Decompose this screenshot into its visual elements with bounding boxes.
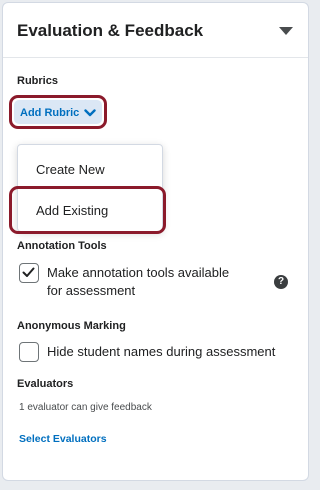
annotation-tools-checkbox-label: Make annotation tools available for asse… (47, 264, 229, 300)
checkmark-icon (22, 267, 35, 277)
anonymous-marking-checkbox[interactable] (19, 342, 39, 362)
menu-item-label: Create New (36, 162, 105, 177)
menu-item-label: Add Existing (36, 203, 109, 218)
panel-header[interactable]: Evaluation & Feedback (17, 21, 296, 45)
evaluators-label: Evaluators (17, 378, 74, 390)
header-divider (3, 57, 308, 58)
annotation-tools-checkbox[interactable] (19, 263, 39, 283)
select-evaluators-link[interactable]: Select Evaluators (19, 433, 107, 445)
anonymous-marking-checkbox-label: Hide student names during assessment (47, 344, 276, 359)
menu-item-create-new[interactable]: Create New (18, 151, 162, 187)
add-rubric-menu: Create New Add Existing (17, 144, 163, 232)
evaluators-info: 1 evaluator can give feedback (19, 402, 152, 413)
annotation-label-line1: Make annotation tools available (47, 265, 230, 280)
caret-down-icon[interactable] (279, 27, 293, 35)
annotation-tools-label: Annotation Tools (17, 240, 107, 252)
menu-item-add-existing[interactable]: Add Existing (18, 192, 162, 228)
evaluation-feedback-panel: Evaluation & Feedback Rubrics Add Rubric… (2, 2, 309, 481)
help-icon[interactable]: ? (274, 275, 288, 289)
add-rubric-button[interactable]: Add Rubric (9, 95, 107, 129)
add-rubric-label: Add Rubric (20, 107, 80, 119)
anonymous-marking-label: Anonymous Marking (17, 320, 126, 332)
panel-title: Evaluation & Feedback (17, 21, 204, 40)
annotation-label-line2: for assessment (47, 283, 136, 298)
rubrics-label: Rubrics (17, 75, 58, 87)
add-rubric-button-fill: Add Rubric (14, 100, 102, 124)
chevron-down-icon (84, 109, 96, 117)
